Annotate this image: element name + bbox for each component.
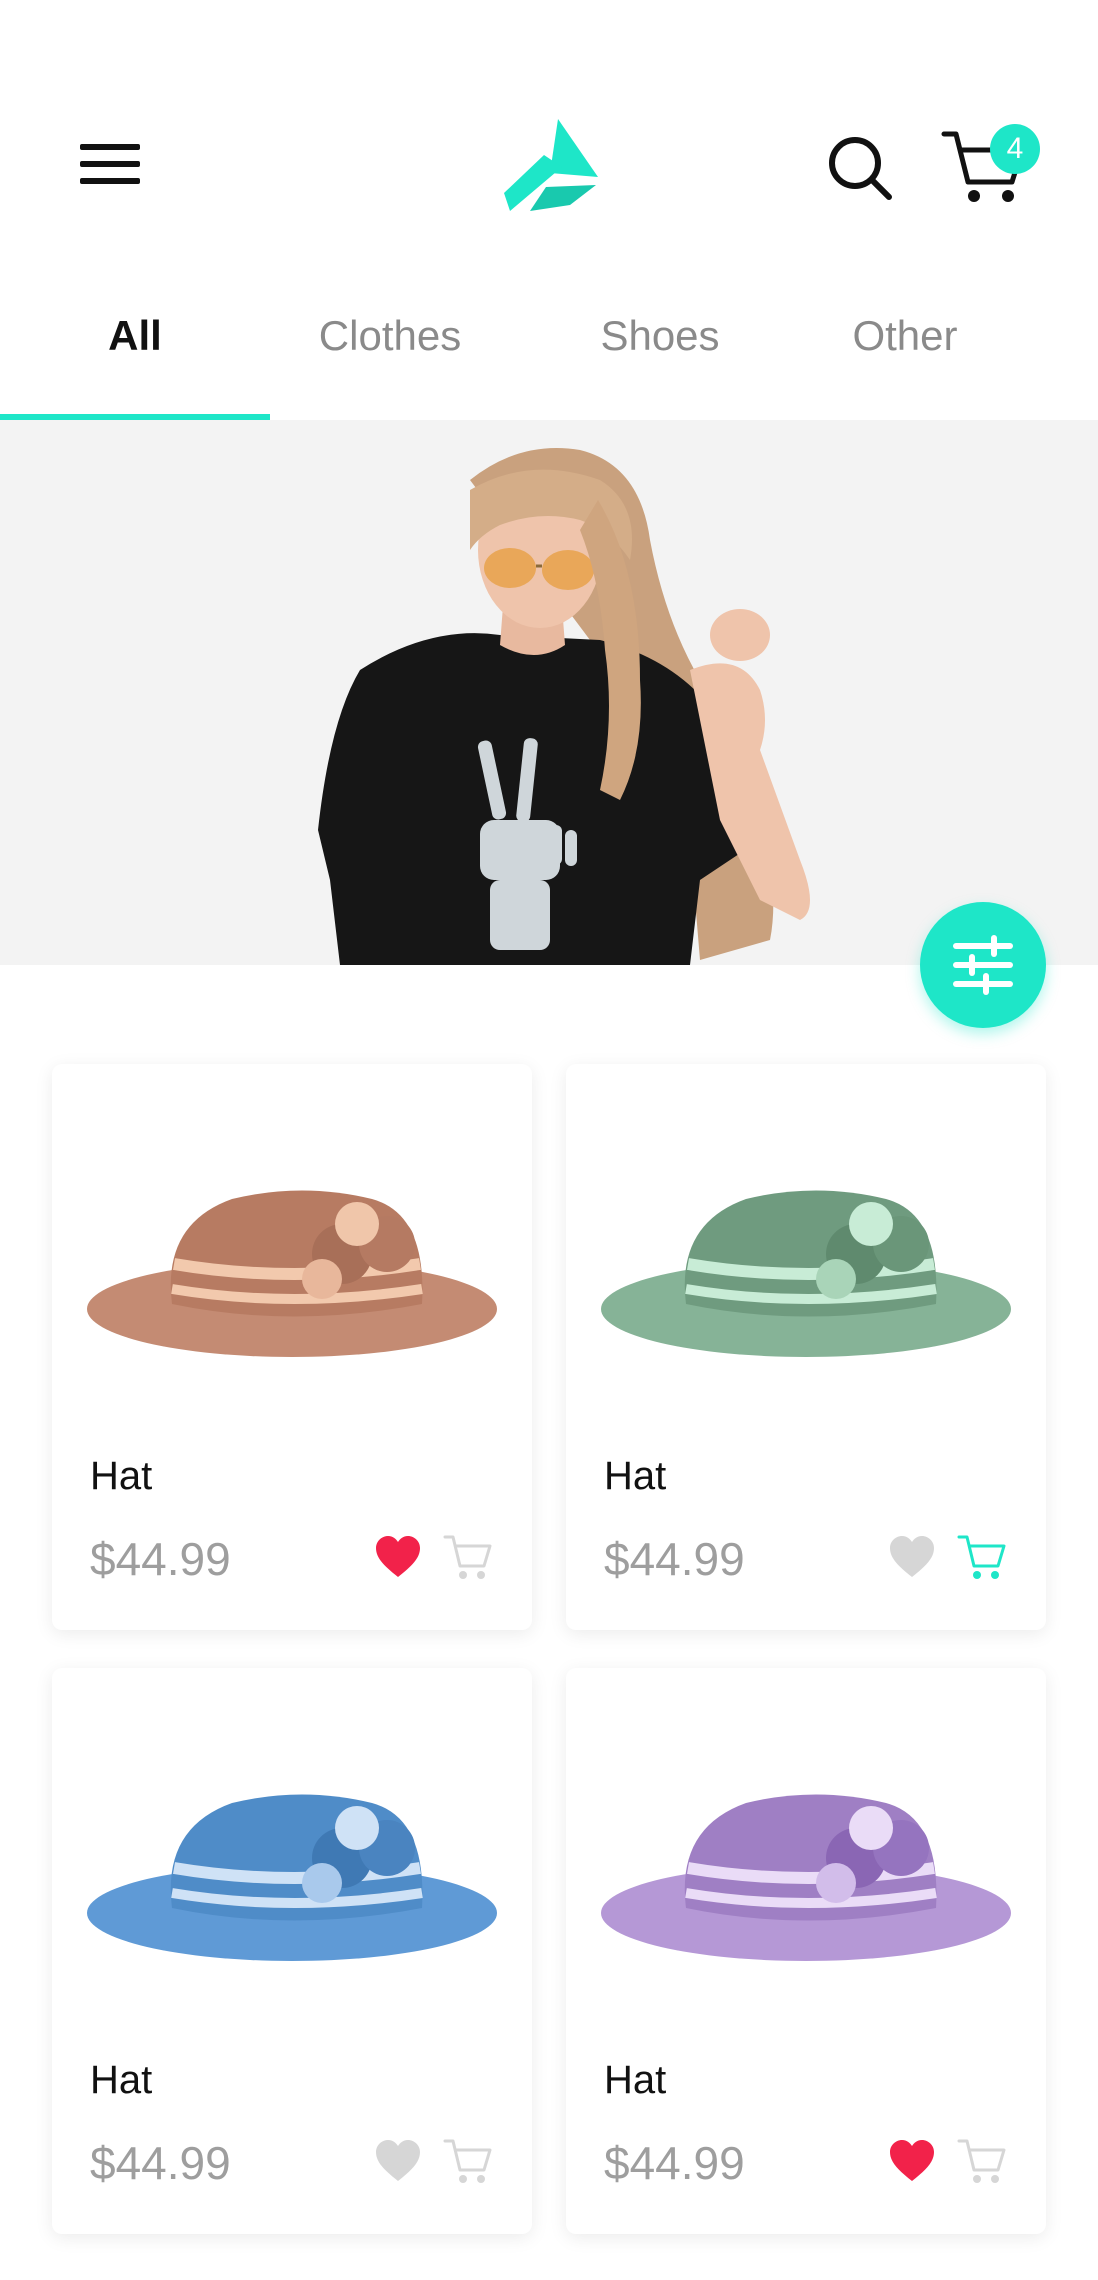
- brand-logo-icon: [504, 119, 598, 211]
- product-card[interactable]: Hat $44.99: [52, 1064, 532, 1630]
- heart-icon[interactable]: [888, 1534, 936, 1580]
- product-price: $44.99: [90, 2137, 231, 2189]
- search-icon[interactable]: [826, 134, 894, 202]
- product-price: $44.99: [90, 1533, 231, 1585]
- category-tabs: All Clothes Shoes Other: [0, 296, 1098, 420]
- product-price: $44.99: [604, 1533, 745, 1585]
- product-card[interactable]: Hat $44.99: [52, 1668, 532, 2234]
- tab-clothes[interactable]: Clothes: [300, 296, 480, 420]
- add-to-cart-icon[interactable]: [956, 1530, 1008, 1582]
- tab-all[interactable]: All: [0, 296, 270, 420]
- app-header: 4: [0, 0, 1098, 280]
- heart-icon[interactable]: [888, 2138, 936, 2184]
- cart-count-badge: 4: [990, 124, 1040, 174]
- tab-other[interactable]: Other: [815, 296, 995, 420]
- add-to-cart-icon[interactable]: [442, 1530, 494, 1582]
- product-image: [601, 1794, 1011, 1961]
- menu-icon[interactable]: [80, 140, 142, 188]
- product-name: Hat: [604, 1454, 667, 1498]
- product-name: Hat: [90, 2058, 153, 2102]
- heart-icon[interactable]: [374, 2138, 422, 2184]
- hero-model-image: [318, 448, 810, 965]
- add-to-cart-icon[interactable]: [956, 2134, 1008, 2186]
- product-card[interactable]: Hat $44.99: [566, 1064, 1046, 1630]
- product-price: $44.99: [604, 2137, 745, 2189]
- filter-button[interactable]: [920, 902, 1046, 1028]
- add-to-cart-icon[interactable]: [442, 2134, 494, 2186]
- product-name: Hat: [604, 2058, 667, 2102]
- product-name: Hat: [90, 1454, 153, 1498]
- filter-sliders-icon: [953, 935, 1013, 995]
- heart-icon[interactable]: [374, 1534, 422, 1580]
- tab-shoes[interactable]: Shoes: [570, 296, 750, 420]
- product-card[interactable]: Hat $44.99: [566, 1668, 1046, 2234]
- product-image: [87, 1190, 497, 1357]
- product-image: [601, 1190, 1011, 1357]
- hero-banner[interactable]: [0, 420, 1098, 965]
- product-image: [87, 1794, 497, 1961]
